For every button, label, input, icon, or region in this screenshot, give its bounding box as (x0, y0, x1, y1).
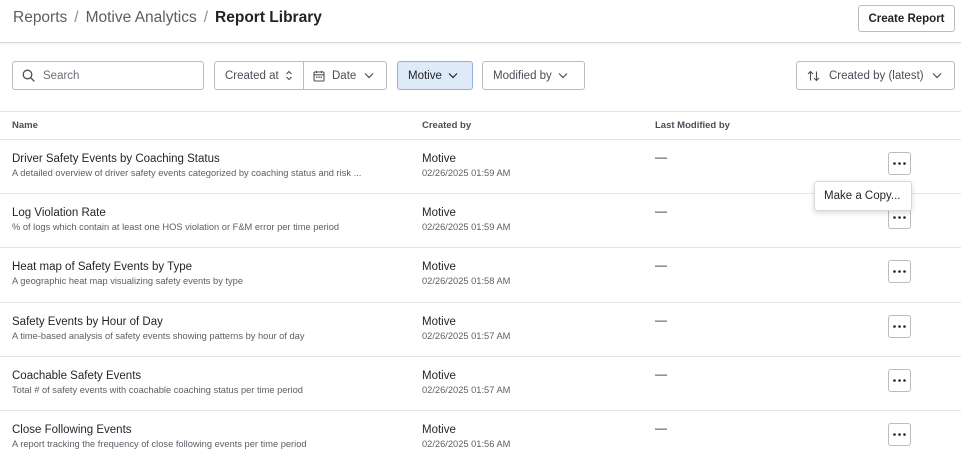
chevron-down-icon (558, 73, 568, 79)
date-label: Date (332, 69, 357, 82)
last-modified-by-value: — (655, 367, 667, 381)
created-at-value: 02/26/2025 01:59 AM (422, 222, 511, 232)
created-by-value: Motive (422, 370, 456, 382)
created-by-value: Motive (422, 207, 456, 219)
created-at-value: 02/26/2025 01:58 AM (422, 276, 511, 286)
report-name[interactable]: Coachable Safety Events (12, 370, 141, 382)
sort-arrows-icon (807, 70, 820, 81)
report-name[interactable]: Close Following Events (12, 424, 132, 436)
table-row[interactable]: Heat map of Safety Events by Type A geog… (0, 248, 961, 303)
created-at-value: 02/26/2025 01:57 AM (422, 331, 511, 341)
breadcrumb-motive-analytics[interactable]: Motive Analytics (86, 9, 197, 27)
last-modified-by-value: — (655, 150, 667, 164)
last-modified-by-value: — (655, 421, 667, 435)
row-actions-button[interactable] (888, 315, 911, 338)
more-horizontal-icon (893, 216, 906, 219)
chevron-down-icon (932, 73, 942, 79)
filter-bar: Created at Date Motive Modified by (0, 61, 961, 90)
table-header: Name Created by Last Modified by (0, 111, 961, 140)
breadcrumb: Reports / Motive Analytics / Report Libr… (13, 9, 322, 27)
report-description: A time-based analysis of safety events s… (12, 331, 305, 341)
page-header: Reports / Motive Analytics / Report Libr… (0, 0, 961, 43)
created-by-value: Motive (422, 261, 456, 273)
sort-dropdown[interactable]: Created by (latest) (796, 61, 955, 90)
table-row[interactable]: Safety Events by Hour of Day A time-base… (0, 303, 961, 357)
column-header-last-modified-by: Last Modified by (655, 120, 730, 131)
page-title: Report Library (215, 9, 322, 26)
modified-by-label: Modified by (493, 69, 552, 82)
last-modified-by-value: — (655, 204, 667, 218)
sort-label: Created by (latest) (829, 69, 924, 82)
report-name[interactable]: Log Violation Rate (12, 207, 106, 219)
report-name[interactable]: Driver Safety Events by Coaching Status (12, 153, 220, 165)
report-description: % of logs which contain at least one HOS… (12, 222, 340, 232)
report-name[interactable]: Safety Events by Hour of Day (12, 316, 163, 328)
more-horizontal-icon (893, 162, 906, 165)
date-filter-dropdown[interactable]: Date (303, 61, 387, 90)
chevron-down-icon (448, 73, 458, 79)
table-row[interactable]: Coachable Safety Events Total # of safet… (0, 357, 961, 411)
search-input[interactable] (43, 69, 193, 82)
row-actions-button[interactable] (888, 423, 911, 446)
table-row[interactable]: Close Following Events A report tracking… (0, 411, 961, 464)
row-actions-button[interactable] (888, 152, 911, 175)
modified-by-filter-dropdown[interactable]: Modified by (482, 61, 585, 90)
created-at-value: 02/26/2025 01:59 AM (422, 168, 511, 178)
created-by-value: Motive (422, 316, 456, 328)
created-at-value: 02/26/2025 01:57 AM (422, 385, 511, 395)
report-description: Total # of safety events with coachable … (12, 385, 303, 395)
column-header-name: Name (12, 120, 38, 131)
last-modified-by-value: — (655, 258, 667, 272)
search-box[interactable] (12, 61, 204, 90)
report-name[interactable]: Heat map of Safety Events by Type (12, 261, 192, 273)
calendar-icon (313, 70, 325, 82)
chevron-down-icon (364, 73, 374, 79)
breadcrumb-reports[interactable]: Reports (13, 9, 67, 27)
created-at-value: 02/26/2025 01:56 AM (422, 439, 511, 449)
report-description: A geographic heat map visualizing safety… (12, 276, 244, 286)
sort-updown-icon (285, 70, 292, 81)
more-horizontal-icon (893, 325, 906, 328)
more-horizontal-icon (893, 270, 906, 273)
created-by-value: Motive (422, 424, 456, 436)
more-horizontal-icon (893, 379, 906, 382)
created-at-label: Created at (225, 69, 279, 82)
row-actions-menu: Make a Copy... (814, 181, 912, 211)
create-report-button[interactable]: Create Report (858, 5, 955, 32)
row-actions-button[interactable] (888, 260, 911, 283)
created-by-value: Motive (422, 153, 456, 165)
breadcrumb-separator: / (74, 9, 79, 26)
report-description: A detailed overview of driver safety eve… (12, 168, 362, 178)
report-description: A report tracking the frequency of close… (12, 439, 307, 449)
column-header-created-by: Created by (422, 120, 472, 131)
created-at-sort-button[interactable]: Created at (214, 61, 304, 90)
make-copy-menu-item[interactable]: Make a Copy... (824, 190, 901, 202)
row-actions-button[interactable] (888, 369, 911, 392)
more-horizontal-icon (893, 433, 906, 436)
motive-label: Motive (408, 69, 442, 82)
search-icon (22, 69, 35, 82)
motive-filter-dropdown[interactable]: Motive (397, 61, 473, 90)
last-modified-by-value: — (655, 313, 667, 327)
breadcrumb-separator: / (203, 9, 209, 26)
